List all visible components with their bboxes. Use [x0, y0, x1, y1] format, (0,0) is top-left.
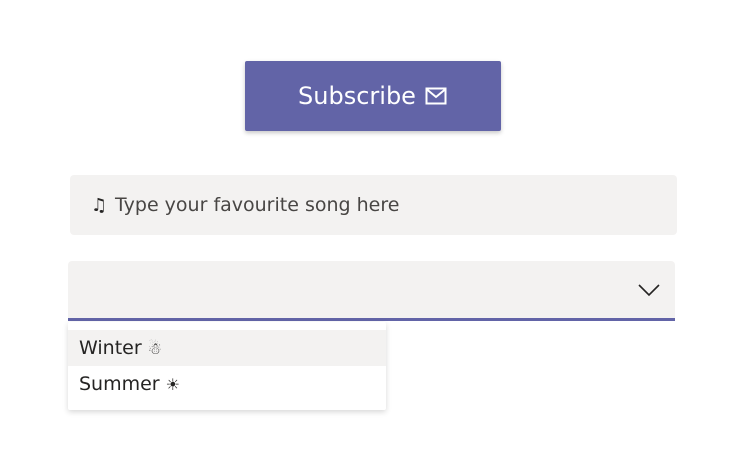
music-note-icon: ♫	[91, 194, 108, 216]
option-winter-label: Winter	[79, 337, 142, 359]
envelope-icon	[424, 84, 448, 108]
subscribe-label: Subscribe	[298, 82, 416, 110]
option-summer[interactable]: Summer ☀	[68, 366, 386, 402]
song-input-placeholder: Type your favourite song here	[115, 194, 400, 216]
subscribe-button[interactable]: Subscribe	[245, 61, 501, 131]
snowman-icon: ☃	[147, 338, 162, 358]
option-summer-label: Summer	[79, 373, 160, 395]
sun-icon: ☀	[165, 374, 180, 394]
season-dropdown[interactable]	[68, 261, 675, 321]
chevron-down-icon[interactable]	[637, 280, 661, 300]
song-input[interactable]: ♫ Type your favourite song here	[70, 175, 677, 235]
season-options-list: Winter ☃ Summer ☀	[68, 322, 386, 410]
page: Subscribe ♫ Type your favourite song her…	[0, 0, 734, 455]
option-winter[interactable]: Winter ☃	[68, 330, 386, 366]
